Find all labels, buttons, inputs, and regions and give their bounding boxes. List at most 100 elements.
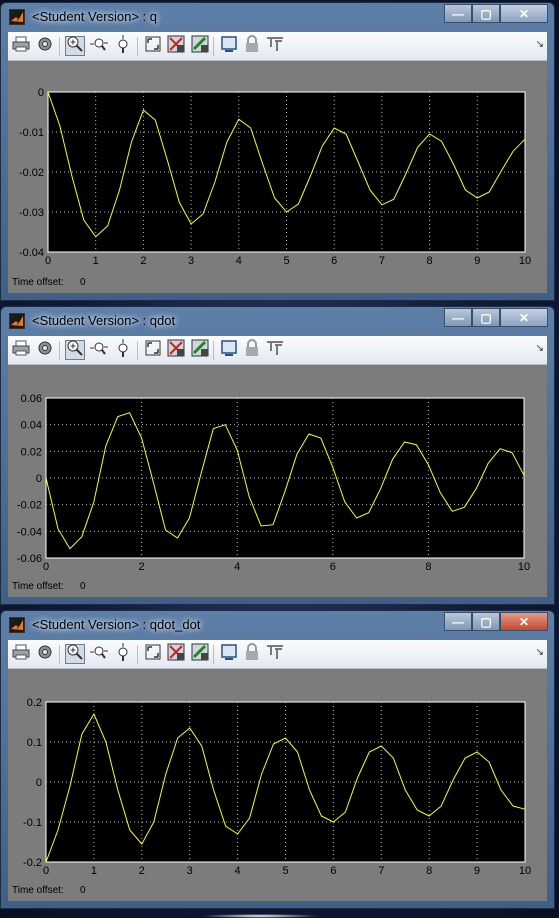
scope-toolbar: ↘ xyxy=(8,336,547,365)
zoom-icon xyxy=(66,643,84,666)
signal-selection-button[interactable] xyxy=(265,36,285,56)
minimize-icon: — xyxy=(452,614,464,629)
x-tick-label: 8 xyxy=(425,561,431,573)
minimize-button[interactable]: — xyxy=(444,4,472,23)
toolbar-overflow-icon[interactable]: ↘ xyxy=(536,343,544,354)
x-tick-label: 4 xyxy=(236,255,242,267)
x-tick-label: 8 xyxy=(426,865,432,877)
save-axes-button[interactable] xyxy=(166,339,186,362)
save-axes-icon xyxy=(167,643,185,666)
zoom-button[interactable] xyxy=(65,340,85,360)
parameters-button[interactable] xyxy=(35,36,55,56)
save-axes-button[interactable] xyxy=(166,35,186,56)
close-button[interactable]: ✕ xyxy=(500,612,548,631)
x-tick-label: 9 xyxy=(474,865,480,877)
zoom-x-button[interactable] xyxy=(89,340,109,360)
print-icon xyxy=(12,644,30,665)
zoom-y-button[interactable] xyxy=(113,642,133,664)
autoscale-button[interactable] xyxy=(143,36,163,56)
x-tick-label: 0 xyxy=(45,255,51,267)
time-offset-label: Time offset: xyxy=(12,885,64,896)
window-controls: — ▢ ✕ xyxy=(444,612,548,632)
autoscale-icon xyxy=(144,35,162,58)
print-icon xyxy=(12,340,30,361)
zoom-y-icon xyxy=(114,34,132,59)
zoom-y-button[interactable] xyxy=(113,34,133,59)
x-tick-label: 6 xyxy=(330,865,336,877)
scope-window[interactable]: <Student Version> : q — ▢ ✕ ↘ 0123456789… xyxy=(0,2,555,301)
toolbar-separator xyxy=(59,37,60,56)
x-tick-label: 4 xyxy=(234,561,240,573)
scope-window[interactable]: <Student Version> : qdot — ▢ ✕ ↘ 0 2 4 6 8 10… xyxy=(0,306,555,605)
toolbar-overflow-icon[interactable]: ↘ xyxy=(536,39,544,50)
x-tick-label: 10 xyxy=(518,561,530,573)
maximize-button[interactable]: ▢ xyxy=(472,4,500,23)
zoom-x-icon xyxy=(89,35,109,58)
x-tick-label: 1 xyxy=(91,865,97,877)
signal-selection-button[interactable] xyxy=(265,644,285,664)
signal-selection-button[interactable] xyxy=(265,340,285,360)
zoom-x-icon xyxy=(89,339,109,362)
print-button[interactable] xyxy=(11,340,31,360)
zoom-x-button[interactable] xyxy=(89,36,109,56)
zoom-y-button[interactable] xyxy=(113,338,133,360)
restore-axes-button[interactable] xyxy=(190,35,210,56)
print-button[interactable] xyxy=(11,36,31,56)
zoom-button[interactable] xyxy=(65,36,85,56)
x-tick-label: 10 xyxy=(519,865,531,877)
maximize-button[interactable]: ▢ xyxy=(472,612,500,631)
restore-axes-button[interactable] xyxy=(190,643,210,664)
zoom-button[interactable] xyxy=(65,644,85,664)
maximize-button[interactable]: ▢ xyxy=(472,308,500,327)
print-button[interactable] xyxy=(11,644,31,664)
autoscale-button[interactable] xyxy=(143,644,163,664)
plot-area: 0 2 4 6 8 10 0.06 0.04 0.02 0 -0.02 -0.04 -0.06 Time… xyxy=(8,365,547,597)
parameters-button[interactable] xyxy=(35,340,55,360)
zoom-x-button[interactable] xyxy=(89,644,109,664)
toolbar-overflow-icon[interactable]: ↘ xyxy=(536,647,544,658)
window-controls: — ▢ ✕ xyxy=(444,4,548,24)
lock-button[interactable] xyxy=(242,338,262,362)
save-axes-icon xyxy=(167,339,185,362)
signal-selection-icon xyxy=(265,35,285,58)
title-bar[interactable]: <Student Version> : q — ▢ ✕ xyxy=(1,3,554,31)
minimize-icon: — xyxy=(452,6,464,21)
save-axes-button[interactable] xyxy=(166,643,186,666)
lock-icon xyxy=(243,338,261,362)
scope-window[interactable]: <Student Version> : qdot_dot — ▢ ✕ ↘ 012… xyxy=(0,610,555,909)
restore-axes-button[interactable] xyxy=(190,339,210,360)
y-tick-label: -0.02 xyxy=(19,167,44,179)
y-tick-label: 0.06 xyxy=(21,393,42,405)
scope-chart: 0 2 4 6 8 10 0.06 0.04 0.02 0 -0.02 -0.04 -0.06 xyxy=(17,393,530,573)
y-tick-label: 0.02 xyxy=(21,446,42,458)
toolbar-separator xyxy=(137,341,138,360)
minimize-button[interactable]: — xyxy=(444,308,472,327)
x-tick-label: 10 xyxy=(519,255,531,267)
title-bar[interactable]: <Student Version> : qdot_dot — ▢ ✕ xyxy=(1,611,554,639)
floating-scope-button[interactable] xyxy=(219,35,239,58)
maximize-icon: ▢ xyxy=(480,310,492,325)
toolbar-separator xyxy=(59,645,60,664)
minimize-button[interactable]: — xyxy=(444,612,472,631)
scope-chart: 0 1 2 3 4 5 6 7 8 9 10 0 -0.01 -0.02 -0.03 -0.04 xyxy=(19,87,531,267)
x-tick-label: 0 xyxy=(43,865,49,877)
floating-scope-button[interactable] xyxy=(219,643,239,664)
time-offset-label: Time offset: xyxy=(12,581,64,592)
title-bar[interactable]: <Student Version> : qdot — ▢ ✕ xyxy=(1,307,554,335)
y-tick-label: 0 xyxy=(36,473,42,485)
floating-scope-button[interactable] xyxy=(219,339,239,360)
parameters-button[interactable] xyxy=(35,644,55,664)
plot-area: 0 1 2 3 4 5 6 7 8 9 10 0.2 0.1 0 -0.1 -0.2 Time offset:… xyxy=(8,669,547,901)
x-tick-label: 5 xyxy=(282,865,288,877)
close-button[interactable]: ✕ xyxy=(500,4,548,23)
lock-icon xyxy=(243,34,261,58)
close-icon: ✕ xyxy=(518,6,530,21)
autoscale-button[interactable] xyxy=(143,340,163,360)
close-button[interactable]: ✕ xyxy=(500,308,548,327)
matlab-icon xyxy=(9,9,25,25)
lock-button[interactable] xyxy=(242,34,262,58)
lock-button[interactable] xyxy=(242,642,262,664)
floating-scope-icon xyxy=(220,35,238,58)
zoom-x-icon xyxy=(89,643,109,666)
plot-background xyxy=(45,397,525,559)
